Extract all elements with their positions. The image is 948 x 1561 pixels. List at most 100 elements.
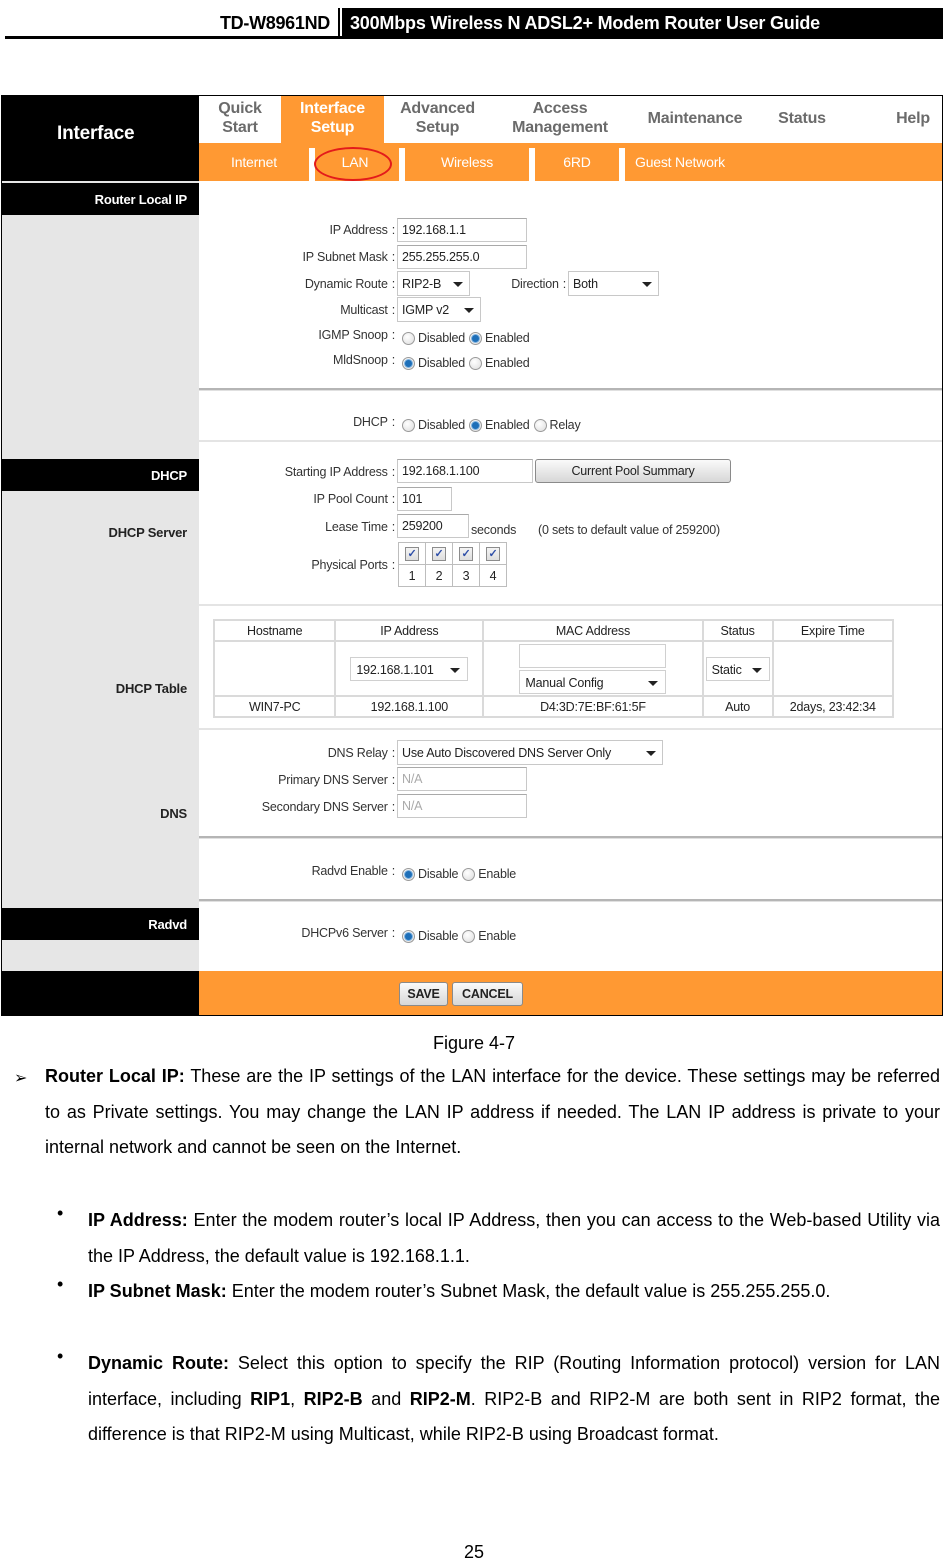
current-pool-summary-button[interactable]: Current Pool Summary	[535, 459, 731, 483]
section-radvd: Radvd	[2, 908, 199, 940]
dns-relay-select[interactable]: Use Auto Discovered DNS Server Only	[397, 740, 663, 765]
cancel-button[interactable]: CANCEL	[452, 982, 523, 1006]
chevron-down-icon	[450, 667, 461, 673]
dynamic-route-paragraph: Dynamic Route: Select this option to spe…	[88, 1346, 940, 1453]
dhcpv6-enable-radio[interactable]	[462, 929, 476, 943]
dynamic-route-select[interactable]: RIP2-B	[397, 271, 470, 296]
save-button[interactable]: SAVE	[399, 982, 448, 1006]
dhcpv6-disable-radio[interactable]	[402, 929, 415, 943]
arrow-bullet-icon: ➢	[14, 1070, 28, 1087]
dhcpv6-server-label: DHCPv6 Server:	[301, 926, 395, 940]
secondary-dns-input[interactable]: N/A	[397, 794, 527, 818]
term: Router Local IP:	[45, 1066, 185, 1086]
subnav-wireless[interactable]: Wireless	[405, 143, 529, 181]
lease-time-note: (0 sets to default value of 259200)	[538, 523, 721, 537]
nav-quick-start[interactable]: Quick Start	[199, 96, 281, 143]
dhcp-label: DHCP:	[353, 415, 395, 429]
dhcp-disabled-radio[interactable]	[402, 418, 415, 432]
port-number: 2	[425, 564, 453, 587]
table-row: WIN7-PC 192.168.1.100 D4:3D:7E:BF:61:5F …	[212, 695, 895, 718]
chevron-down-icon	[648, 680, 659, 686]
radio-label: Relay	[549, 418, 581, 432]
nav-label: Quick	[218, 100, 262, 117]
nav-label: Setup	[310, 119, 355, 136]
port-2-checkbox[interactable]: ✓	[432, 547, 446, 561]
nav-label: Start	[222, 119, 258, 136]
description: ,	[290, 1388, 304, 1409]
sidebar-footer	[2, 971, 199, 1015]
nav-label: Interface	[300, 100, 365, 117]
physical-ports-label: Physical Ports:	[311, 558, 395, 572]
section-divider	[199, 388, 942, 391]
mld-disabled-radio[interactable]	[402, 356, 415, 370]
radvd-disable-radio[interactable]	[402, 867, 415, 881]
nav-label: Status	[778, 110, 826, 127]
multicast-select[interactable]: IGMP v2	[397, 297, 481, 322]
section-dns: DNS	[160, 806, 187, 821]
nav-help[interactable]: Help	[887, 96, 939, 143]
igmp-snoop-radio-group: Disabled Enabled	[402, 331, 534, 345]
lease-time-label: Lease Time:	[325, 520, 395, 534]
port-1-checkbox[interactable]: ✓	[405, 547, 419, 561]
footer-bar: SAVE CANCEL	[199, 971, 942, 1015]
subnet-mask-input[interactable]: 255.255.255.0	[397, 245, 527, 269]
primary-dns-label: Primary DNS Server:	[278, 773, 395, 787]
highlight-circle	[314, 147, 392, 181]
ip-address-paragraph: IP Address: Enter the modem router’s loc…	[88, 1203, 940, 1274]
section-divider	[199, 836, 942, 839]
subnav-internet[interactable]: Internet	[199, 143, 309, 181]
status-select[interactable]: Static	[705, 656, 770, 681]
dhcp-relay-radio[interactable]	[533, 418, 547, 432]
nav-access-management[interactable]: Access Management	[499, 96, 621, 143]
direction-select[interactable]: Both	[568, 271, 659, 296]
dns-relay-label: DNS Relay:	[327, 746, 396, 760]
radvd-enable-label: Radvd Enable:	[311, 864, 396, 878]
chevron-down-icon	[642, 282, 652, 287]
igmp-enabled-radio[interactable]	[469, 331, 483, 345]
section-divider	[199, 899, 942, 902]
lease-time-input[interactable]: 259200	[397, 514, 469, 538]
subnav-6rd[interactable]: 6RD	[535, 143, 619, 181]
radvd-radio-group: Disable Enable	[402, 867, 520, 881]
radvd-enable-radio[interactable]	[462, 867, 476, 881]
description: Enter the modem router’s local IP Addres…	[88, 1210, 940, 1266]
port-4-checkbox[interactable]: ✓	[486, 547, 500, 561]
section-dhcp-table: DHCP Table	[115, 681, 187, 696]
main-nav: Quick Start Interface Setup Advanced Set…	[199, 96, 942, 143]
term: IP Subnet Mask:	[88, 1281, 227, 1301]
mld-enabled-radio[interactable]	[469, 356, 483, 370]
nav-maintenance[interactable]: Maintenance	[635, 96, 755, 143]
radio-label: Enabled	[485, 331, 530, 345]
dhcp-radio-group: Disabled Enabled Relay	[402, 418, 585, 432]
chevron-down-icon	[646, 751, 656, 756]
ip-address-select[interactable]: 192.168.1.101	[350, 656, 469, 681]
subnav-guest-network[interactable]: Guest Network	[625, 143, 755, 181]
hostname-cell	[212, 640, 337, 697]
ip-address-input[interactable]: 192.168.1.1	[397, 218, 527, 242]
pool-count-input[interactable]: 101	[397, 487, 452, 511]
router-local-ip-paragraph: Router Local IP: These are the IP settin…	[45, 1059, 940, 1166]
dhcp-enabled-radio[interactable]	[469, 418, 483, 432]
nav-advanced-setup[interactable]: Advanced Setup	[384, 96, 491, 143]
nav-interface-setup[interactable]: Interface Setup	[281, 96, 384, 143]
radio-label: Disable	[418, 867, 459, 881]
mac-config-select[interactable]: Manual Config	[519, 669, 667, 694]
port-3-checkbox[interactable]: ✓	[459, 547, 473, 561]
model-name: TD-W8961ND	[219, 13, 331, 33]
term: Dynamic Route:	[88, 1353, 229, 1373]
section-dhcp-server: DHCP Server	[108, 525, 188, 540]
section-divider	[199, 728, 942, 730]
mac-address-input[interactable]	[519, 643, 667, 668]
nav-label: Help	[896, 110, 930, 127]
term: RIP2-M	[409, 1388, 471, 1409]
starting-ip-input[interactable]: 192.168.1.100	[397, 459, 533, 483]
igmp-snoop-label: IGMP Snoop:	[318, 328, 395, 342]
igmp-disabled-radio[interactable]	[402, 331, 415, 345]
chevron-down-icon	[751, 667, 762, 673]
expire-cell: 2days, 23:42:34	[771, 695, 895, 718]
ip-cell: 192.168.1.100	[334, 695, 485, 718]
radio-label: Enable	[478, 929, 517, 943]
nav-status[interactable]: Status	[767, 96, 837, 143]
primary-dns-input[interactable]: N/A	[397, 767, 527, 791]
radio-label: Disabled	[418, 418, 466, 432]
